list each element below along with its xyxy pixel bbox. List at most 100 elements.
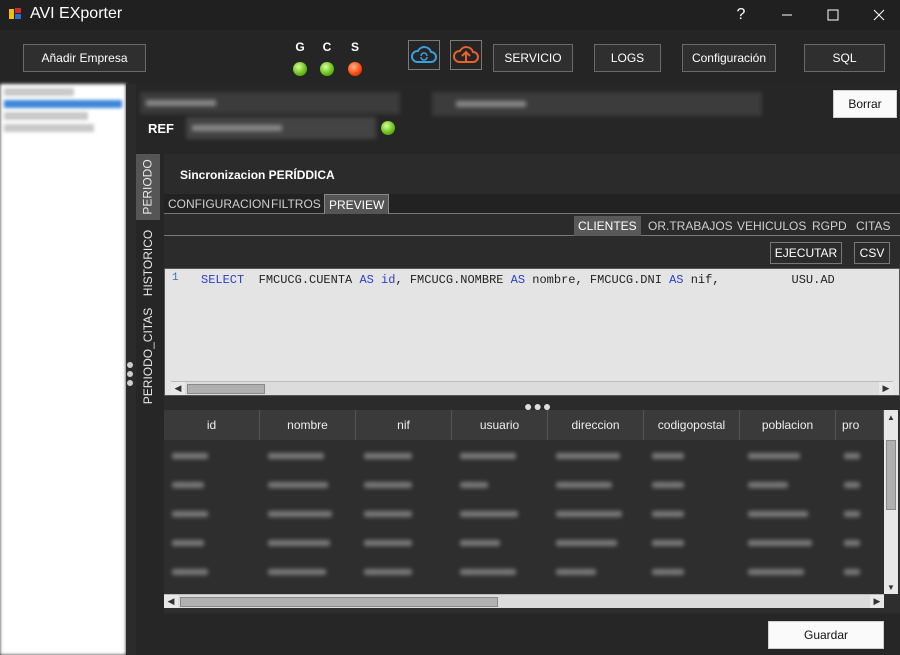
grid-hscrollbar[interactable]: ◀ ▶	[164, 594, 884, 608]
ejecutar-button[interactable]: EJECUTAR	[770, 242, 842, 264]
table-cell[interactable]	[740, 477, 836, 497]
scroll-up-icon[interactable]: ▲	[884, 410, 898, 424]
table-row[interactable]	[164, 448, 884, 468]
table-cell[interactable]	[740, 448, 836, 468]
subtab-clientes[interactable]: CLIENTES	[574, 216, 641, 236]
cloud-upload-button[interactable]	[450, 40, 482, 70]
logs-button[interactable]: LOGS	[594, 44, 661, 72]
table-cell[interactable]	[164, 506, 260, 526]
scroll-left-icon[interactable]: ◀	[171, 382, 185, 395]
close-button[interactable]	[856, 0, 900, 30]
vtab-historico[interactable]: HISTORICO	[136, 224, 160, 302]
sql-editor[interactable]: 1 SELECT FMCUCG.CUENTA AS id, FMCUCG.NOM…	[164, 268, 900, 396]
table-cell[interactable]	[356, 477, 452, 497]
table-cell[interactable]	[836, 535, 884, 555]
table-cell[interactable]	[836, 506, 884, 526]
table-cell[interactable]	[836, 564, 884, 584]
sql-button[interactable]: SQL	[804, 44, 885, 72]
csv-button[interactable]: CSV	[854, 242, 890, 264]
table-cell[interactable]	[548, 448, 644, 468]
table-cell[interactable]	[644, 477, 740, 497]
vtab-periodo[interactable]: PERIODO	[136, 154, 160, 220]
table-cell[interactable]	[260, 535, 356, 555]
grid-vscroll-thumb[interactable]	[886, 440, 896, 510]
preview-grid[interactable]: id nombre nif usuario direccion codigopo…	[164, 410, 900, 612]
column-header-nombre[interactable]: nombre	[260, 410, 356, 440]
grid-scroll-right-icon[interactable]: ▶	[870, 595, 884, 608]
table-cell[interactable]	[356, 564, 452, 584]
column-header-pro[interactable]: pro	[836, 410, 884, 440]
grid-scroll-left-icon[interactable]: ◀	[164, 595, 178, 608]
scroll-down-icon[interactable]: ▼	[884, 580, 898, 594]
table-cell[interactable]	[164, 448, 260, 468]
table-row[interactable]	[164, 506, 884, 526]
servicio-button[interactable]: SERVICIO	[493, 44, 573, 72]
table-row[interactable]	[164, 564, 884, 584]
table-cell[interactable]	[644, 564, 740, 584]
subtab-rgpd[interactable]: RGPD	[808, 216, 851, 236]
table-cell[interactable]	[836, 477, 884, 497]
sql-code[interactable]: SELECT FMCUCG.CUENTA AS id, FMCUCG.NOMBR…	[201, 273, 835, 287]
company-list[interactable]	[0, 84, 126, 655]
list-item[interactable]	[4, 112, 88, 120]
table-cell[interactable]	[164, 477, 260, 497]
scroll-right-icon[interactable]: ▶	[879, 382, 893, 395]
table-cell[interactable]	[260, 564, 356, 584]
column-header-usuario[interactable]: usuario	[452, 410, 548, 440]
grid-vscrollbar[interactable]: ▲ ▼	[884, 410, 898, 594]
table-cell[interactable]	[548, 564, 644, 584]
table-cell[interactable]	[452, 448, 548, 468]
table-cell[interactable]	[548, 477, 644, 497]
column-header-direccion[interactable]: direccion	[548, 410, 644, 440]
table-row[interactable]	[164, 535, 884, 555]
table-cell[interactable]	[740, 506, 836, 526]
table-cell[interactable]	[452, 564, 548, 584]
table-cell[interactable]	[644, 448, 740, 468]
table-row[interactable]	[164, 477, 884, 497]
table-cell[interactable]	[740, 564, 836, 584]
table-cell[interactable]	[164, 564, 260, 584]
configuracion-button[interactable]: Configuración	[682, 44, 776, 72]
list-item[interactable]	[4, 124, 94, 132]
vtab-periodo-citas[interactable]: PERIODO_CITAS	[136, 306, 160, 406]
splitter-grip-icon[interactable]	[127, 362, 133, 389]
subtab-vehiculos[interactable]: VEHICULOS	[733, 216, 810, 236]
column-header-nif[interactable]: nif	[356, 410, 452, 440]
table-cell[interactable]	[260, 448, 356, 468]
table-cell[interactable]	[356, 448, 452, 468]
minimize-button[interactable]	[764, 0, 810, 30]
table-cell[interactable]	[452, 535, 548, 555]
editor-scroll-thumb[interactable]	[187, 384, 265, 394]
help-button[interactable]: ?	[718, 0, 764, 30]
cloud-sync-button[interactable]	[408, 40, 440, 70]
borrar-button[interactable]: Borrar	[833, 90, 897, 118]
table-cell[interactable]	[452, 506, 548, 526]
table-cell[interactable]	[356, 535, 452, 555]
table-cell[interactable]	[644, 535, 740, 555]
grid-hscroll-thumb[interactable]	[180, 597, 498, 607]
column-header-poblacion[interactable]: poblacion	[740, 410, 836, 440]
tab-preview[interactable]: PREVIEW	[324, 194, 390, 214]
table-cell[interactable]	[740, 535, 836, 555]
tab-filtros[interactable]: FILTROS	[267, 194, 325, 214]
table-cell[interactable]	[260, 477, 356, 497]
column-header-codigopostal[interactable]: codigopostal	[644, 410, 740, 440]
table-cell[interactable]	[164, 535, 260, 555]
maximize-button[interactable]	[810, 0, 856, 30]
column-header-id[interactable]: id	[164, 410, 260, 440]
list-item[interactable]	[4, 88, 74, 96]
subtab-or-trabajos[interactable]: OR.TRABAJOS	[644, 216, 737, 236]
table-cell[interactable]	[548, 506, 644, 526]
list-item-selected[interactable]	[4, 100, 122, 108]
table-cell[interactable]	[836, 448, 884, 468]
table-cell[interactable]	[452, 477, 548, 497]
guardar-button[interactable]: Guardar	[768, 621, 884, 649]
subtab-citas[interactable]: CITAS	[852, 216, 894, 236]
table-cell[interactable]	[260, 506, 356, 526]
table-cell[interactable]	[644, 506, 740, 526]
table-cell[interactable]	[548, 535, 644, 555]
add-company-button[interactable]: Añadir Empresa	[23, 44, 146, 72]
tab-configuracion[interactable]: CONFIGURACION	[164, 194, 274, 214]
table-cell[interactable]	[356, 506, 452, 526]
editor-hscrollbar[interactable]: ◀ ▶	[171, 381, 893, 395]
